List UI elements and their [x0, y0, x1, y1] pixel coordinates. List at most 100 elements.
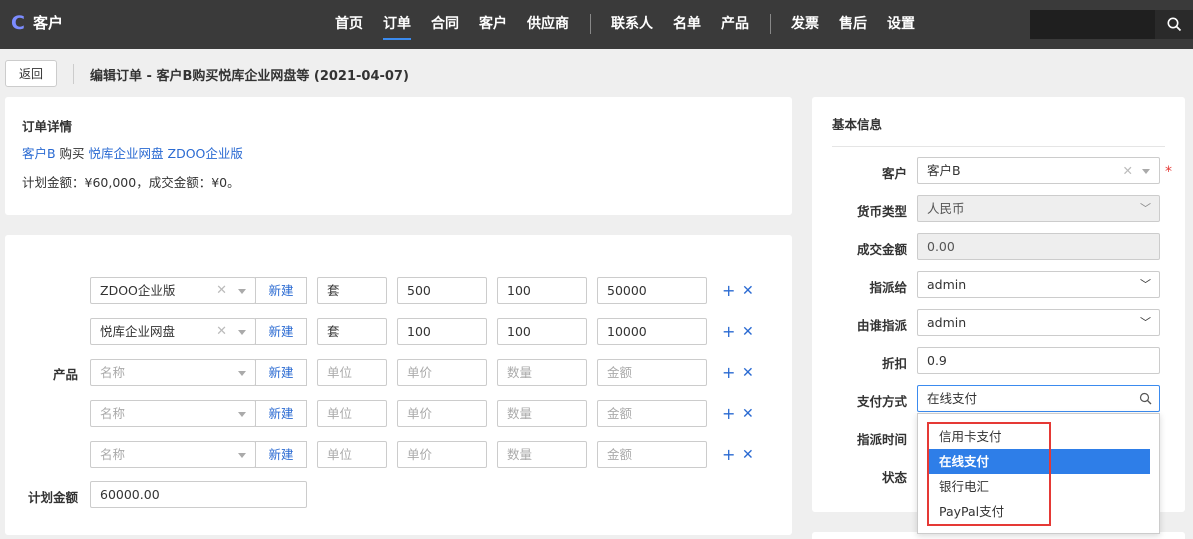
product-select[interactable]: 悦库企业网盘 ✕: [90, 318, 256, 345]
chevron-down-icon: ﹀: [1140, 202, 1151, 215]
remove-row-icon[interactable]: ✕: [742, 447, 754, 463]
nav-invoices[interactable]: 发票: [791, 15, 819, 33]
remove-row-icon[interactable]: ✕: [742, 283, 754, 299]
option-credit-card[interactable]: 信用卡支付: [929, 424, 1150, 449]
top-navbar: C 客户 首页 订单 合同 客户 供应商 联系人 名单 产品 发票 售后 设置: [0, 0, 1193, 49]
deal-amount-input[interactable]: 0.00: [917, 233, 1160, 260]
add-row-icon[interactable]: +: [722, 365, 735, 381]
nav-divider: [590, 14, 591, 34]
add-row-icon[interactable]: +: [722, 406, 735, 422]
nav-settings[interactable]: 设置: [887, 15, 915, 33]
new-product-button[interactable]: 新建: [255, 318, 307, 345]
basic-info-title: 基本信息: [832, 117, 883, 132]
option-paypal[interactable]: PayPal支付: [929, 499, 1150, 524]
price-input[interactable]: 单价: [397, 400, 487, 427]
product-select[interactable]: 名称: [90, 359, 256, 386]
product-select[interactable]: 名称: [90, 441, 256, 468]
clear-icon[interactable]: ✕: [216, 319, 227, 344]
buy-text: 购买: [55, 146, 89, 161]
new-product-button[interactable]: 新建: [255, 441, 307, 468]
nav-contracts[interactable]: 合同: [431, 15, 459, 33]
customer-label: 客户: [881, 166, 907, 181]
products-label: 产品: [53, 367, 79, 382]
unit-input[interactable]: 单位: [317, 359, 387, 386]
discount-input[interactable]: 0.9: [917, 347, 1160, 374]
new-product-button[interactable]: 新建: [255, 359, 307, 386]
caret-down-icon: [238, 453, 246, 458]
assigned-to-select[interactable]: admin ﹀: [917, 271, 1160, 298]
currency-select[interactable]: 人民币 ﹀: [917, 195, 1160, 222]
main-nav: 首页 订单 合同 客户 供应商 联系人 名单 产品 发票 售后 设置: [0, 0, 1193, 49]
quantity-input[interactable]: 100: [497, 318, 587, 345]
unit-input[interactable]: 套: [317, 277, 387, 304]
nav-products[interactable]: 产品: [721, 15, 749, 33]
divider: [832, 146, 1165, 147]
remove-row-icon[interactable]: ✕: [742, 324, 754, 340]
option-bank-transfer[interactable]: 银行电汇: [929, 474, 1150, 499]
price-input[interactable]: 100: [397, 318, 487, 345]
price-input[interactable]: 单价: [397, 359, 487, 386]
new-product-button[interactable]: 新建: [255, 277, 307, 304]
product-link[interactable]: 悦库企业网盘 ZDOO企业版: [89, 146, 243, 161]
nav-orders[interactable]: 订单: [383, 15, 411, 40]
add-row-icon[interactable]: +: [722, 283, 735, 299]
order-summary-line: 客户B 购买 悦库企业网盘 ZDOO企业版: [22, 143, 243, 162]
assign-time-label: 指派时间: [856, 432, 907, 447]
deal-amount-label: 成交金额: [856, 242, 907, 257]
nav-after-sales[interactable]: 售后: [839, 15, 867, 33]
new-product-button[interactable]: 新建: [255, 400, 307, 427]
clear-icon[interactable]: ✕: [216, 278, 227, 303]
chevron-down-icon: ﹀: [1140, 316, 1151, 329]
unit-input[interactable]: 单位: [317, 400, 387, 427]
clear-icon[interactable]: ✕: [1123, 158, 1133, 183]
amount-input[interactable]: 10000: [597, 318, 707, 345]
back-button[interactable]: 返回: [5, 60, 57, 87]
price-input[interactable]: 单价: [397, 441, 487, 468]
quantity-input[interactable]: 数量: [497, 400, 587, 427]
assigned-by-select[interactable]: admin ﹀: [917, 309, 1160, 336]
add-row-icon[interactable]: +: [722, 447, 735, 463]
chevron-down-icon: ﹀: [1140, 278, 1151, 291]
plan-amount-input[interactable]: 60000.00: [90, 481, 307, 508]
remove-row-icon[interactable]: ✕: [742, 365, 754, 381]
caret-down-icon: [238, 412, 246, 417]
plan-amount-label: 计划金额: [28, 490, 79, 505]
nav-suppliers[interactable]: 供应商: [527, 15, 569, 33]
unit-input[interactable]: 套: [317, 318, 387, 345]
search-button[interactable]: [1155, 10, 1193, 39]
add-row-icon[interactable]: +: [722, 324, 735, 340]
amount-input[interactable]: 金额: [597, 441, 707, 468]
option-online-payment[interactable]: 在线支付: [929, 449, 1150, 474]
caret-down-icon: [238, 289, 246, 294]
assigned-by-label: 由谁指派: [856, 318, 907, 333]
nav-divider: [770, 14, 771, 34]
nav-lists[interactable]: 名单: [673, 15, 701, 33]
amount-input[interactable]: 金额: [597, 400, 707, 427]
caret-down-icon: [238, 330, 246, 335]
payment-method-dropdown: 信用卡支付 在线支付 银行电汇 PayPal支付: [917, 413, 1160, 534]
amount-input[interactable]: 50000: [597, 277, 707, 304]
search-icon: [1139, 392, 1152, 405]
nav-home[interactable]: 首页: [335, 15, 363, 33]
quantity-input[interactable]: 数量: [497, 359, 587, 386]
order-detail-title: 订单详情: [22, 119, 73, 134]
order-amount-text: 计划金额：¥60,000，成交金额：¥0。: [22, 175, 240, 190]
search-icon: [1167, 17, 1181, 32]
price-input[interactable]: 500: [397, 277, 487, 304]
order-detail-panel: 订单详情 客户B 购买 悦库企业网盘 ZDOO企业版 计划金额：¥60,000，…: [5, 97, 792, 215]
unit-input[interactable]: 单位: [317, 441, 387, 468]
nav-contacts[interactable]: 联系人: [611, 15, 653, 33]
quantity-input[interactable]: 数量: [497, 441, 587, 468]
remove-row-icon[interactable]: ✕: [742, 406, 754, 422]
currency-label: 货币类型: [856, 204, 907, 219]
caret-down-icon: [1142, 169, 1150, 174]
global-search-input[interactable]: [1030, 10, 1155, 39]
nav-customers[interactable]: 客户: [479, 15, 507, 33]
payment-method-select[interactable]: 在线支付: [917, 385, 1160, 412]
product-select[interactable]: ZDOO企业版 ✕: [90, 277, 256, 304]
customer-select[interactable]: 客户B ✕: [917, 157, 1160, 184]
quantity-input[interactable]: 100: [497, 277, 587, 304]
customer-link[interactable]: 客户B: [22, 146, 56, 161]
product-select[interactable]: 名称: [90, 400, 256, 427]
amount-input[interactable]: 金额: [597, 359, 707, 386]
